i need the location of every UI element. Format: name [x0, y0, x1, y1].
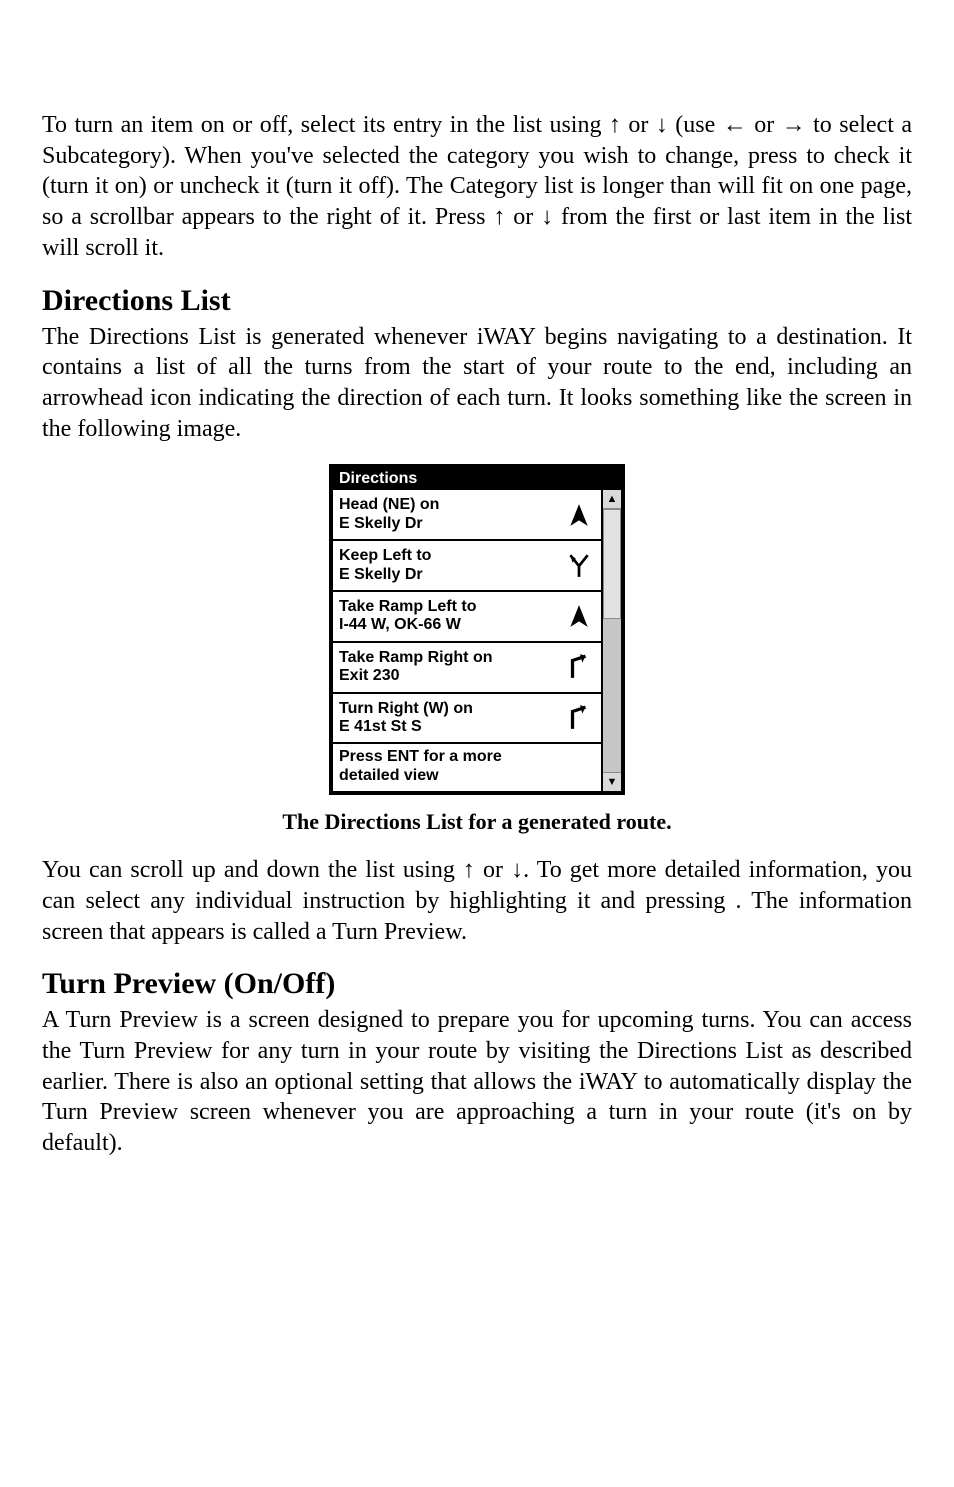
direction-text: Turn Right (W) on E 41st St S [339, 700, 563, 737]
figure-caption: The Directions List for a generated rout… [42, 809, 912, 835]
scroll-thumb[interactable] [603, 509, 621, 619]
heading-turn-preview: Turn Preview (On/Off) [42, 967, 912, 1001]
directions-list-panel: Head (NE) on E Skelly Dr Keep Left to E … [333, 490, 601, 791]
direction-text: Keep Left to E Skelly Dr [339, 547, 563, 584]
list-item[interactable]: Take Ramp Right on Exit 230 [333, 643, 601, 694]
scrollbar[interactable]: ▲ ▼ [601, 490, 621, 791]
direction-ramp-right-icon [563, 654, 595, 680]
direction-ramp-right-icon [563, 705, 595, 731]
paragraph-turn-preview-desc: A Turn Preview is a screen designed to p… [42, 1005, 912, 1159]
scroll-down-button[interactable]: ▼ [603, 772, 621, 791]
direction-north-icon [563, 603, 595, 629]
chevron-up-icon: ▲ [607, 494, 618, 505]
directions-window: Directions Head (NE) on E Skelly Dr [329, 464, 625, 795]
direction-fork-left-icon [563, 553, 595, 579]
scroll-up-button[interactable]: ▲ [603, 490, 621, 509]
list-item[interactable]: Take Ramp Left to I-44 W, OK-66 W [333, 592, 601, 643]
scroll-track[interactable] [603, 509, 621, 772]
direction-text: Take Ramp Right on Exit 230 [339, 649, 563, 686]
screenshot-figure: Directions Head (NE) on E Skelly Dr [42, 464, 912, 795]
paragraph-scroll-desc: You can scroll up and down the list usin… [42, 855, 912, 947]
list-item[interactable]: Keep Left to E Skelly Dr [333, 541, 601, 592]
direction-text: Head (NE) on E Skelly Dr [339, 496, 563, 533]
list-item[interactable]: Turn Right (W) on E 41st St S [333, 694, 601, 745]
direction-north-icon [563, 502, 595, 528]
direction-text: Take Ramp Left to I-44 W, OK-66 W [339, 598, 563, 635]
list-item[interactable]: Head (NE) on E Skelly Dr [333, 490, 601, 541]
window-title: Directions [333, 468, 621, 490]
document-page: To turn an item on or off, select its en… [0, 0, 954, 1259]
chevron-down-icon: ▼ [607, 777, 618, 788]
footer-hint: Press ENT for a more detailed view [333, 744, 601, 791]
paragraph-directions-desc: The Directions List is generated wheneve… [42, 322, 912, 445]
paragraph-intro: To turn an item on or off, select its en… [42, 110, 912, 264]
heading-directions-list: Directions List [42, 284, 912, 318]
